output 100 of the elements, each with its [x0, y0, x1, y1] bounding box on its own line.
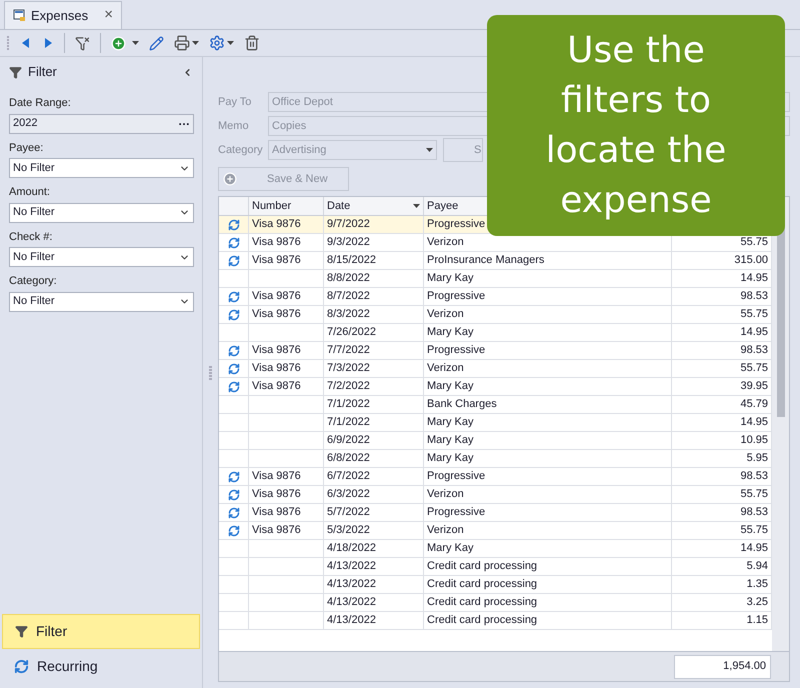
table-row[interactable]: Visa 9876 8/7/2022 Progressive 98.53: [219, 288, 772, 306]
table-cell: Verizon: [424, 522, 672, 539]
recurring-icon: [14, 659, 29, 674]
table-cell: Visa 9876: [249, 378, 324, 395]
delete-icon[interactable]: [244, 35, 260, 51]
forward-icon[interactable]: [42, 37, 54, 49]
field-label: Pay To: [218, 94, 252, 110]
panel-title: Filter: [28, 63, 57, 82]
table-cell: 7/1/2022: [324, 414, 424, 431]
table-cell: Credit card processing: [424, 558, 672, 575]
table-row[interactable]: 4/13/2022 Credit card processing 1.15: [219, 612, 772, 630]
column-header[interactable]: Number: [249, 197, 324, 215]
table-row[interactable]: 4/13/2022 Credit card processing 3.25: [219, 594, 772, 612]
table-cell: 8/8/2022: [324, 270, 424, 287]
nav-item[interactable]: Recurring: [2, 649, 200, 684]
table-cell: Visa 9876: [249, 468, 324, 485]
table-cell: Visa 9876: [249, 306, 324, 323]
table-cell: Progressive: [424, 504, 672, 521]
input-field[interactable]: 2022 …: [9, 114, 194, 134]
scrollbar[interactable]: [772, 197, 789, 651]
clear-filter-icon[interactable]: [75, 36, 90, 50]
table-cell: Mary Kay: [424, 378, 672, 395]
table-cell: Visa 9876: [249, 216, 324, 233]
table-cell: Visa 9876: [249, 288, 324, 305]
table-row[interactable]: Visa 9876 8/3/2022 Verizon 55.75: [219, 306, 772, 324]
table-cell: 8/15/2022: [324, 252, 424, 269]
table-row[interactable]: 7/26/2022 Mary Kay 14.95: [219, 324, 772, 342]
filter-icon: [9, 66, 22, 78]
settings-button[interactable]: [209, 35, 234, 51]
table-row[interactable]: Visa 9876 7/3/2022 Verizon 55.75: [219, 360, 772, 378]
ellipsis-button[interactable]: …: [178, 114, 190, 126]
print-button[interactable]: [174, 35, 199, 51]
nav-item[interactable]: Filter: [2, 614, 200, 649]
table-cell: 4/13/2022: [324, 558, 424, 575]
table-cell: Visa 9876: [249, 522, 324, 539]
table-row[interactable]: 6/8/2022 Mary Kay 5.95: [219, 450, 772, 468]
table-row[interactable]: 8/8/2022 Mary Kay 14.95: [219, 270, 772, 288]
dropdown[interactable]: No Filter: [9, 202, 194, 222]
grip-icon: [6, 35, 10, 51]
field-label: Memo: [218, 118, 250, 134]
table-cell: Mary Kay: [424, 324, 672, 341]
table-row[interactable]: 6/9/2022 Mary Kay 10.95: [219, 432, 772, 450]
splitter-grip-icon[interactable]: [208, 364, 213, 380]
table-cell: Mary Kay: [424, 450, 672, 467]
table-cell: 6/8/2022: [324, 450, 424, 467]
table-cell: Credit card processing: [424, 594, 672, 611]
table-row[interactable]: Visa 9876 8/15/2022 ProInsurance Managers 315.00: [219, 252, 772, 270]
caret-icon: [426, 148, 433, 152]
table-row[interactable]: Visa 9876 6/7/2022 Progressive 98.53: [219, 468, 772, 486]
dropdown[interactable]: No Filter: [9, 247, 194, 267]
dropdown[interactable]: No Filter: [9, 292, 194, 312]
table-cell: 7/2/2022: [324, 378, 424, 395]
document-tab[interactable]: Expenses ×: [4, 1, 122, 29]
table-cell: 4/13/2022: [324, 612, 424, 629]
caret-icon: [132, 41, 139, 45]
table-row[interactable]: 4/13/2022 Credit card processing 5.94: [219, 558, 772, 576]
column-header[interactable]: Date: [324, 197, 424, 215]
table-row[interactable]: 7/1/2022 Mary Kay 14.95: [219, 414, 772, 432]
table-cell: 4/18/2022: [324, 540, 424, 557]
close-button[interactable]: ×: [104, 4, 113, 27]
caret-icon: [227, 41, 234, 45]
table-row[interactable]: Visa 9876 5/3/2022 Verizon 55.75: [219, 522, 772, 540]
plus-icon: [223, 172, 237, 186]
table-row[interactable]: 7/1/2022 Bank Charges 45.79: [219, 396, 772, 414]
back-icon[interactable]: [20, 37, 32, 49]
table-cell: Credit card processing: [424, 576, 672, 593]
dropdown[interactable]: No Filter: [9, 158, 194, 178]
table-row[interactable]: Visa 9876 7/2/2022 Mary Kay 39.95: [219, 378, 772, 396]
table-cell: 9/3/2022: [324, 234, 424, 251]
edit-icon[interactable]: [149, 36, 164, 50]
table-cell: Visa 9876: [249, 360, 324, 377]
table-cell: ProInsurance Managers: [424, 252, 672, 269]
filter-icon: [15, 625, 28, 638]
table-cell: 5/3/2022: [324, 522, 424, 539]
table-cell: 9/7/2022: [324, 216, 424, 233]
table-cell: 5/7/2022: [324, 504, 424, 521]
table-cell: Progressive: [424, 342, 672, 359]
table-cell: Verizon: [424, 360, 672, 377]
table-row[interactable]: Visa 9876 5/7/2022 Progressive 98.53: [219, 504, 772, 522]
field-label: Date Range:: [9, 96, 72, 111]
table-cell: 6/9/2022: [324, 432, 424, 449]
window-icon: [13, 9, 26, 22]
table-row[interactable]: Visa 9876 6/3/2022 Verizon 55.75: [219, 486, 772, 504]
table-cell: 8/3/2022: [324, 306, 424, 323]
table-row[interactable]: 4/13/2022 Credit card processing 1.35: [219, 576, 772, 594]
table-cell: Visa 9876: [249, 234, 324, 251]
table-cell: 7/7/2022: [324, 342, 424, 359]
table-cell: Credit card processing: [424, 612, 672, 629]
tab-title: Expenses: [31, 6, 88, 25]
table-cell: Mary Kay: [424, 432, 672, 449]
table-cell: Verizon: [424, 306, 672, 323]
table-cell: 4/13/2022: [324, 594, 424, 611]
table-row[interactable]: Visa 9876 7/7/2022 Progressive 98.53: [219, 342, 772, 360]
field-label: Category: [218, 142, 262, 158]
caret-icon: [192, 41, 199, 45]
table-row[interactable]: 4/18/2022 Mary Kay 14.95: [219, 540, 772, 558]
caret-icon: [413, 204, 420, 208]
table-cell: Bank Charges: [424, 396, 672, 413]
add-button[interactable]: [111, 36, 139, 50]
table-cell: Visa 9876: [249, 504, 324, 521]
